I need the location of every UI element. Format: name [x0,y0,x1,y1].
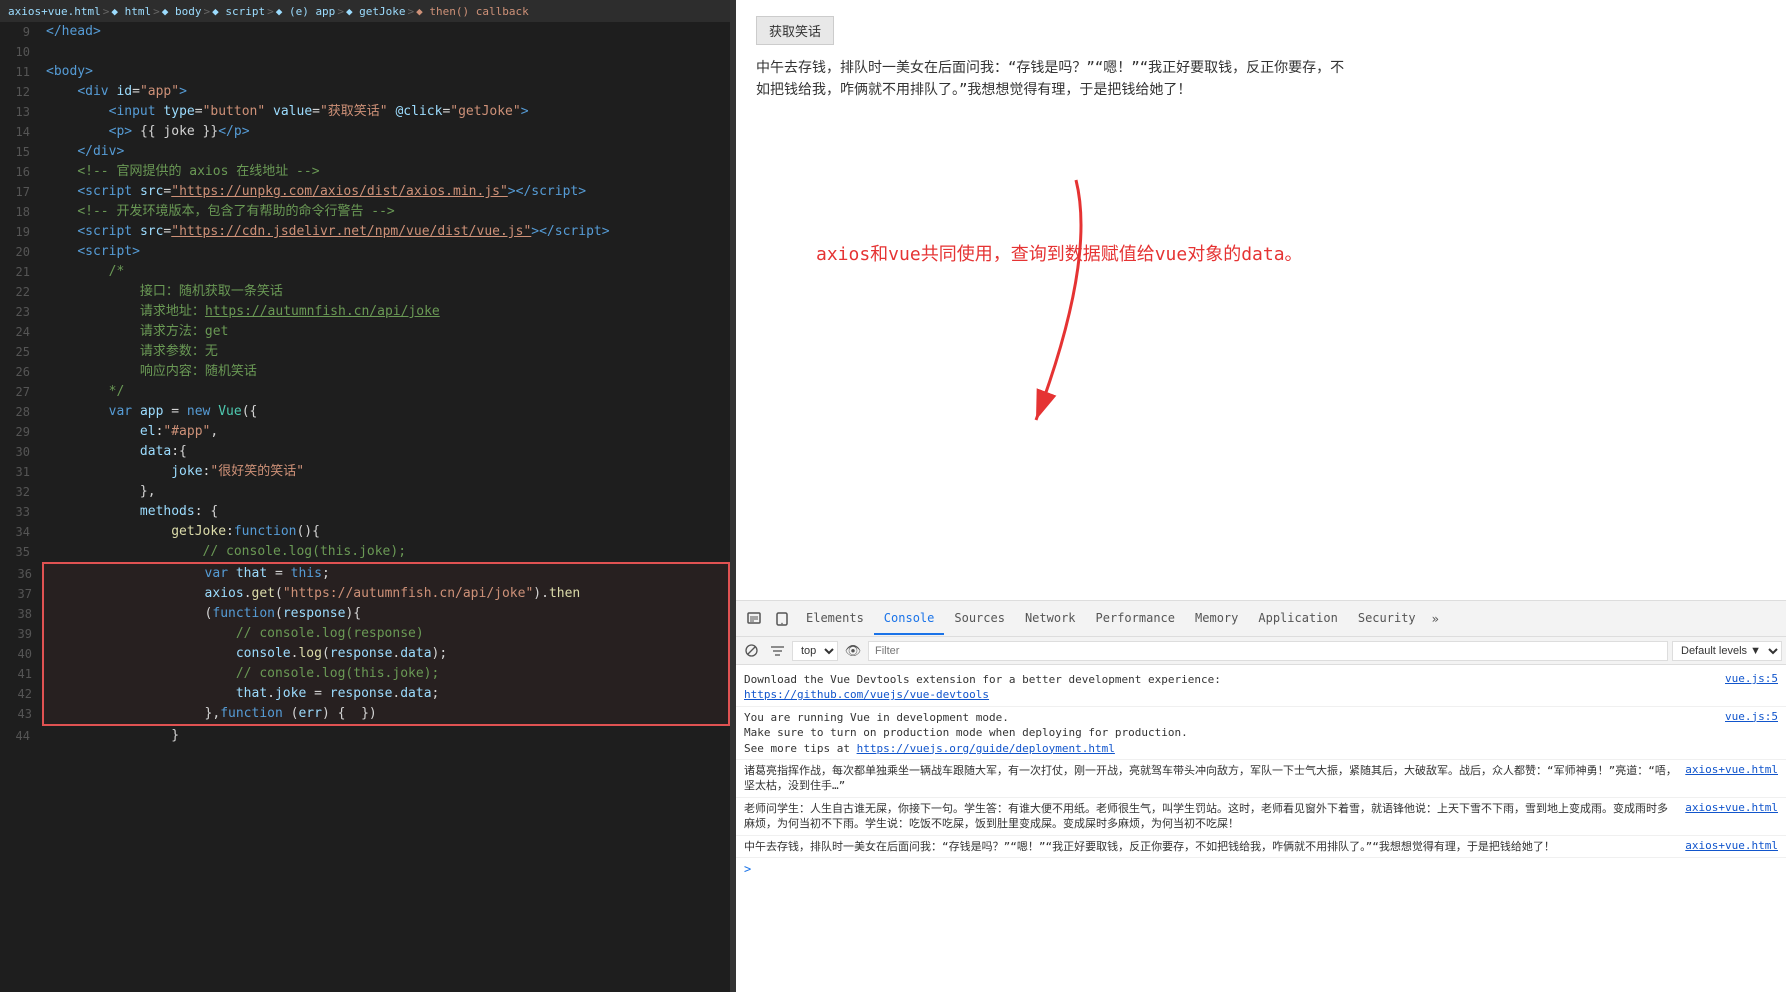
highlighted-block: 36 var that = this; 37 axios.get("https:… [42,562,730,726]
code-line: 15 </div> [0,142,730,162]
toggle-filter-button[interactable] [766,640,788,662]
code-line: 40 console.log(response.data); [2,644,728,664]
code-line: 26 响应内容：随机笑话 [0,362,730,382]
code-line: 27 */ [0,382,730,402]
console-source[interactable]: axios+vue.html [1685,763,1778,776]
code-line: 36 var that = this; [2,564,728,584]
console-source[interactable]: vue.js:5 [1725,710,1778,723]
joke-display: 中午去存钱，排队时一美女在后面问我：“存钱是吗？”“嗯！”“我正好要取钱，反正你… [756,57,1356,102]
breadcrumb-html: ◆ html [111,5,151,18]
tab-security[interactable]: Security [1348,603,1426,635]
console-filter-input[interactable] [868,641,1668,661]
code-line: 38 (function(response){ [2,604,728,624]
code-line: 28 var app = new Vue({ [0,402,730,422]
inspect-element-button[interactable] [740,605,768,633]
code-line: 9 </head> [0,22,730,42]
breadcrumb-bar: axios+vue.html > ◆ html > ◆ body > ◆ scr… [0,0,730,22]
code-line: 11 <body> [0,62,730,82]
code-line: 43 },function (err) { }) [2,704,728,724]
devtools-panel: Elements Console Sources Network Perform… [736,600,1786,992]
console-source[interactable]: vue.js:5 [1725,672,1778,685]
breadcrumb-file: axios+vue.html [8,5,101,18]
red-arrow [916,160,1116,440]
console-output[interactable]: Download the Vue Devtools extension for … [736,665,1786,992]
code-line: 14 <p> {{ joke }}</p> [0,122,730,142]
right-panel: 获取笑话 中午去存钱，排队时一美女在后面问我：“存钱是吗？”“嗯！”“我正好要取… [736,0,1786,992]
code-line: 12 <div id="app"> [0,82,730,102]
code-line: 22 接口：随机获取一条笑话 [0,282,730,302]
breadcrumb-getjoke: ◆ getJoke [346,5,406,18]
tab-application[interactable]: Application [1248,603,1347,635]
code-line: 33 methods: { [0,502,730,522]
get-joke-button[interactable]: 获取笑话 [756,16,834,45]
device-toolbar-button[interactable] [768,605,796,633]
devtools-toolbar: top 👁 Default levels ▼ [736,637,1786,665]
code-area[interactable]: 9 </head> 10 11 <body> 12 <div id="app">… [0,22,730,992]
breadcrumb-callback: ◆ then() callback [416,5,529,18]
code-line: 24 请求方法：get [0,322,730,342]
code-line: 44 } [0,726,730,746]
code-line: 25 请求参数：无 [0,342,730,362]
code-line: 10 [0,42,730,62]
code-line: 31 joke:"很好笑的笑话" [0,462,730,482]
tab-network[interactable]: Network [1015,603,1086,635]
code-line: 23 请求地址：https://autumnfish.cn/api/joke [0,302,730,322]
code-line: 37 axios.get("https://autumnfish.cn/api/… [2,584,728,604]
breadcrumb-body: ◆ body [162,5,202,18]
devtools-tab-bar: Elements Console Sources Network Perform… [736,601,1786,637]
tab-sources[interactable]: Sources [944,603,1015,635]
code-line: 17 <script src="https://unpkg.com/axios/… [0,182,730,202]
console-entry: Download the Vue Devtools extension for … [736,669,1786,707]
tab-memory[interactable]: Memory [1185,603,1248,635]
editor-panel: axios+vue.html > ◆ html > ◆ body > ◆ scr… [0,0,730,992]
code-line: 42 that.joke = response.data; [2,684,728,704]
code-line: 18 <!-- 开发环境版本，包含了有帮助的命令行警告 --> [0,202,730,222]
code-line: 29 el:"#app", [0,422,730,442]
clear-console-button[interactable] [740,640,762,662]
more-tabs-button[interactable]: » [1426,604,1445,634]
breadcrumb-script: ◆ script [212,5,265,18]
code-line: 16 <!-- 官网提供的 axios 在线地址 --> [0,162,730,182]
code-line: 39 // console.log(response) [2,624,728,644]
code-line: 32 }, [0,482,730,502]
code-line: 19 <script src="https://cdn.jsdelivr.net… [0,222,730,242]
console-source[interactable]: axios+vue.html [1685,801,1778,814]
code-line: 34 getJoke:function(){ [0,522,730,542]
console-prompt[interactable]: > [736,858,1786,880]
code-line: 20 <script> [0,242,730,262]
console-entry: 老师问学生：人生自古谁无屎，你接下一句。学生答：有谁大便不用纸。老师很生气，叫学… [736,798,1786,836]
console-source[interactable]: axios+vue.html [1685,839,1778,852]
code-line: 35 // console.log(this.joke); [0,542,730,562]
code-line: 21 /* [0,262,730,282]
console-entry: 诸葛亮指挥作战，每次都单独乘坐一辆战车跟随大军，有一次打仗，刚一开战，亮就驾车带… [736,760,1786,798]
console-context-select[interactable]: top [792,641,838,661]
code-line: 30 data:{ [0,442,730,462]
default-levels-select[interactable]: Default levels ▼ [1672,641,1782,661]
breadcrumb-app: ◆ (e) app [276,5,336,18]
console-entry: You are running Vue in development mode.… [736,707,1786,760]
code-line: 13 <input type="button" value="获取笑话" @cl… [0,102,730,122]
eye-button[interactable]: 👁 [842,640,864,662]
code-line: 41 // console.log(this.joke); [2,664,728,684]
tab-elements[interactable]: Elements [796,603,874,635]
console-entry: 中午去存钱，排队时一美女在后面问我：“存钱是吗？”“嗯！”“我正好要取钱，反正你… [736,836,1786,858]
browser-preview: 获取笑话 中午去存钱，排队时一美女在后面问我：“存钱是吗？”“嗯！”“我正好要取… [736,0,1786,600]
tab-console[interactable]: Console [874,603,945,635]
tab-performance[interactable]: Performance [1086,603,1185,635]
preview-content: 获取笑话 中午去存钱，排队时一美女在后面问我：“存钱是吗？”“嗯！”“我正好要取… [736,0,1786,118]
